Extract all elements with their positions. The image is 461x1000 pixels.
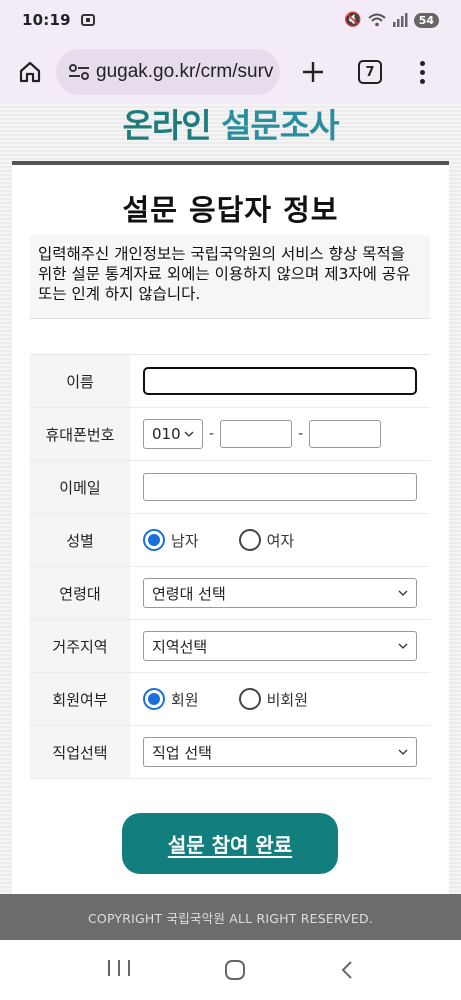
signal-icon <box>392 13 408 27</box>
more-menu-icon[interactable] <box>418 60 426 84</box>
status-bar: 10:19 🔇 54 <box>0 0 461 40</box>
battery-indicator: 54 <box>413 12 439 28</box>
respondent-form: 이름 휴대폰번호 010 - - 이메일 성별 남자 여자 연령대 연령대 선택… <box>30 354 430 779</box>
name-label: 이름 <box>30 355 130 407</box>
region-select[interactable]: 지역선택 <box>143 631 417 661</box>
job-select-value: 직업 선택 <box>152 743 212 762</box>
row-phone: 휴대폰번호 010 - - <box>30 408 430 461</box>
site-settings-icon[interactable] <box>68 63 90 81</box>
row-job: 직업선택 직업 선택 <box>30 726 430 779</box>
recent-apps-icon[interactable] <box>107 960 130 980</box>
site-title-part2: 설문조사 <box>221 106 339 145</box>
chevron-down-icon <box>398 590 408 596</box>
form-title: 설문 응답자 정보 <box>122 193 339 227</box>
gender-label: 성별 <box>30 514 130 566</box>
url-text: gugak.go.kr/crm/surv <box>96 61 274 82</box>
phone-last-input[interactable] <box>309 420 382 448</box>
address-bar[interactable]: gugak.go.kr/crm/surv <box>56 49 280 95</box>
screen-record-icon <box>80 14 95 26</box>
row-age: 연령대 연령대 선택 <box>30 567 430 620</box>
phone-middle-input[interactable] <box>220 420 293 448</box>
phone-prefix-value: 010 <box>152 425 181 443</box>
member-yes-radio[interactable]: 회원 <box>143 688 199 710</box>
gender-female-label: 여자 <box>266 531 295 550</box>
submit-survey-button[interactable]: 설문 참여 완료 <box>122 813 338 874</box>
phone-dash: - <box>298 426 304 442</box>
system-nav-bar <box>0 940 461 1000</box>
mute-icon: 🔇 <box>344 12 362 28</box>
age-select-value: 연령대 선택 <box>152 584 226 603</box>
privacy-notice: 입력해주신 개인정보는 국립국악원의 서비스 향상 목적을 위한 설문 통계자료… <box>30 235 430 319</box>
phone-label: 휴대폰번호 <box>30 408 130 460</box>
row-member: 회원여부 회원 비회원 <box>30 673 430 726</box>
radio-unchecked-icon <box>238 529 261 551</box>
gender-male-radio[interactable]: 남자 <box>143 529 199 551</box>
status-icons: 🔇 54 <box>344 12 439 28</box>
tab-switcher-button[interactable]: 7 <box>358 60 382 84</box>
radio-checked-icon <box>143 688 165 710</box>
age-label: 연령대 <box>30 567 130 619</box>
browser-toolbar: gugak.go.kr/crm/surv 7 <box>0 40 461 104</box>
back-icon[interactable] <box>340 960 354 980</box>
system-home-icon[interactable] <box>224 960 245 980</box>
page-content: 온라인 설문조사 설문 응답자 정보 입력해주신 개인정보는 국립국악원의 서비… <box>0 104 461 894</box>
chevron-down-icon <box>184 431 194 437</box>
wifi-icon <box>368 13 386 27</box>
row-gender: 성별 남자 여자 <box>30 514 430 567</box>
member-no-label: 비회원 <box>266 690 309 709</box>
chevron-down-icon <box>398 643 408 649</box>
region-label: 거주지역 <box>30 620 130 672</box>
radio-checked-icon <box>143 529 165 551</box>
member-label: 회원여부 <box>30 673 130 725</box>
chevron-down-icon <box>398 749 408 755</box>
footer-copyright: COPYRIGHT 국립국악원 ALL RIGHT RESERVED. <box>0 894 461 940</box>
home-icon[interactable] <box>14 56 46 88</box>
age-select[interactable]: 연령대 선택 <box>143 578 417 608</box>
row-name: 이름 <box>30 355 430 408</box>
survey-form-card: 설문 응답자 정보 입력해주신 개인정보는 국립국악원의 서비스 향상 목적을 … <box>12 165 449 894</box>
row-email: 이메일 <box>30 461 430 514</box>
gender-male-label: 남자 <box>171 531 199 550</box>
member-no-radio[interactable]: 비회원 <box>238 688 309 710</box>
job-label: 직업선택 <box>30 726 130 778</box>
phone-prefix-select[interactable]: 010 <box>143 419 203 449</box>
site-title-part1: 온라인 <box>122 106 211 145</box>
site-title: 온라인 설문조사 <box>0 104 461 160</box>
row-region: 거주지역 지역선택 <box>30 620 430 673</box>
phone-dash: - <box>209 426 215 442</box>
region-select-value: 지역선택 <box>152 637 208 656</box>
member-yes-label: 회원 <box>171 690 199 709</box>
status-time: 10:19 <box>22 11 71 29</box>
radio-unchecked-icon <box>238 688 261 710</box>
new-tab-icon[interactable] <box>298 57 328 87</box>
job-select[interactable]: 직업 선택 <box>143 737 417 767</box>
email-label: 이메일 <box>30 461 130 513</box>
name-input[interactable] <box>143 367 417 395</box>
email-input[interactable] <box>143 473 417 501</box>
gender-female-radio[interactable]: 여자 <box>238 529 295 551</box>
